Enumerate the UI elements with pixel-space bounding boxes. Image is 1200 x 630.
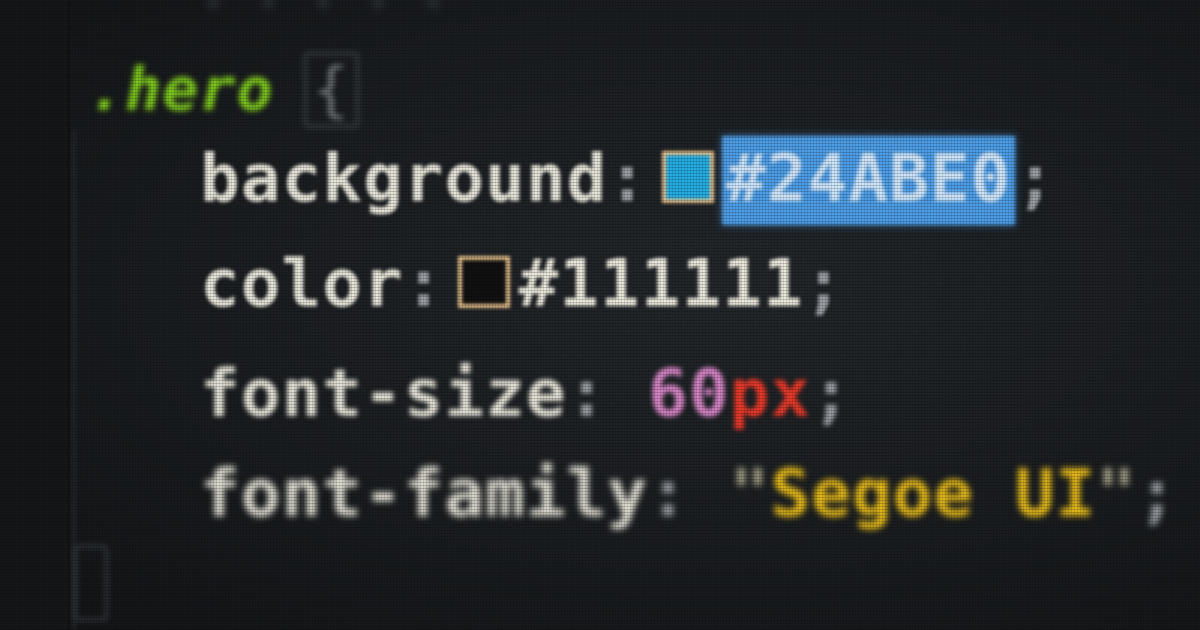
code-line-faded: · · · · ·	[200, 0, 447, 29]
code-line-selector[interactable]: .hero {	[88, 52, 359, 128]
hex-value: #111111	[518, 245, 804, 322]
code-line-color[interactable]: color: #111111;	[200, 245, 844, 322]
property-name: font-family	[200, 455, 649, 532]
string-value: Segoe UI	[770, 455, 1097, 532]
property-name: color	[200, 245, 404, 322]
number-value: 60	[648, 355, 730, 432]
property-name: font-size	[200, 355, 567, 432]
property-name: background	[200, 140, 608, 217]
colon: :	[403, 245, 445, 322]
code-editor: · · · · · .hero { background: #24ABE0; col…	[0, 0, 1200, 630]
open-brace: {	[303, 52, 359, 128]
colon: :	[566, 355, 608, 432]
selected-hex-value[interactable]: #24ABE0	[722, 136, 1016, 225]
faded-text: · · · · ·	[200, 0, 448, 29]
unit-value: px	[729, 355, 812, 432]
quote-close: "	[1096, 455, 1137, 532]
semicolon: ;	[803, 245, 845, 322]
semicolon: ;	[1015, 140, 1057, 217]
color-swatch-icon[interactable]	[458, 256, 511, 308]
quote-open: "	[729, 455, 771, 532]
colon: :	[607, 140, 649, 217]
code-line-font-size[interactable]: font-size: 60px;	[200, 355, 852, 432]
fold-marker-icon[interactable]	[74, 545, 108, 621]
semicolon: ;	[811, 355, 852, 432]
line-number-gutter	[0, 0, 70, 630]
css-selector: .hero	[88, 55, 274, 125]
code-line-font-family[interactable]: font-family: "Segoe UI";	[200, 455, 1178, 532]
colon: :	[648, 455, 689, 532]
code-line-background[interactable]: background: #24ABE0;	[200, 136, 1057, 225]
semicolon: ;	[1136, 455, 1178, 532]
color-swatch-icon[interactable]	[662, 151, 715, 203]
